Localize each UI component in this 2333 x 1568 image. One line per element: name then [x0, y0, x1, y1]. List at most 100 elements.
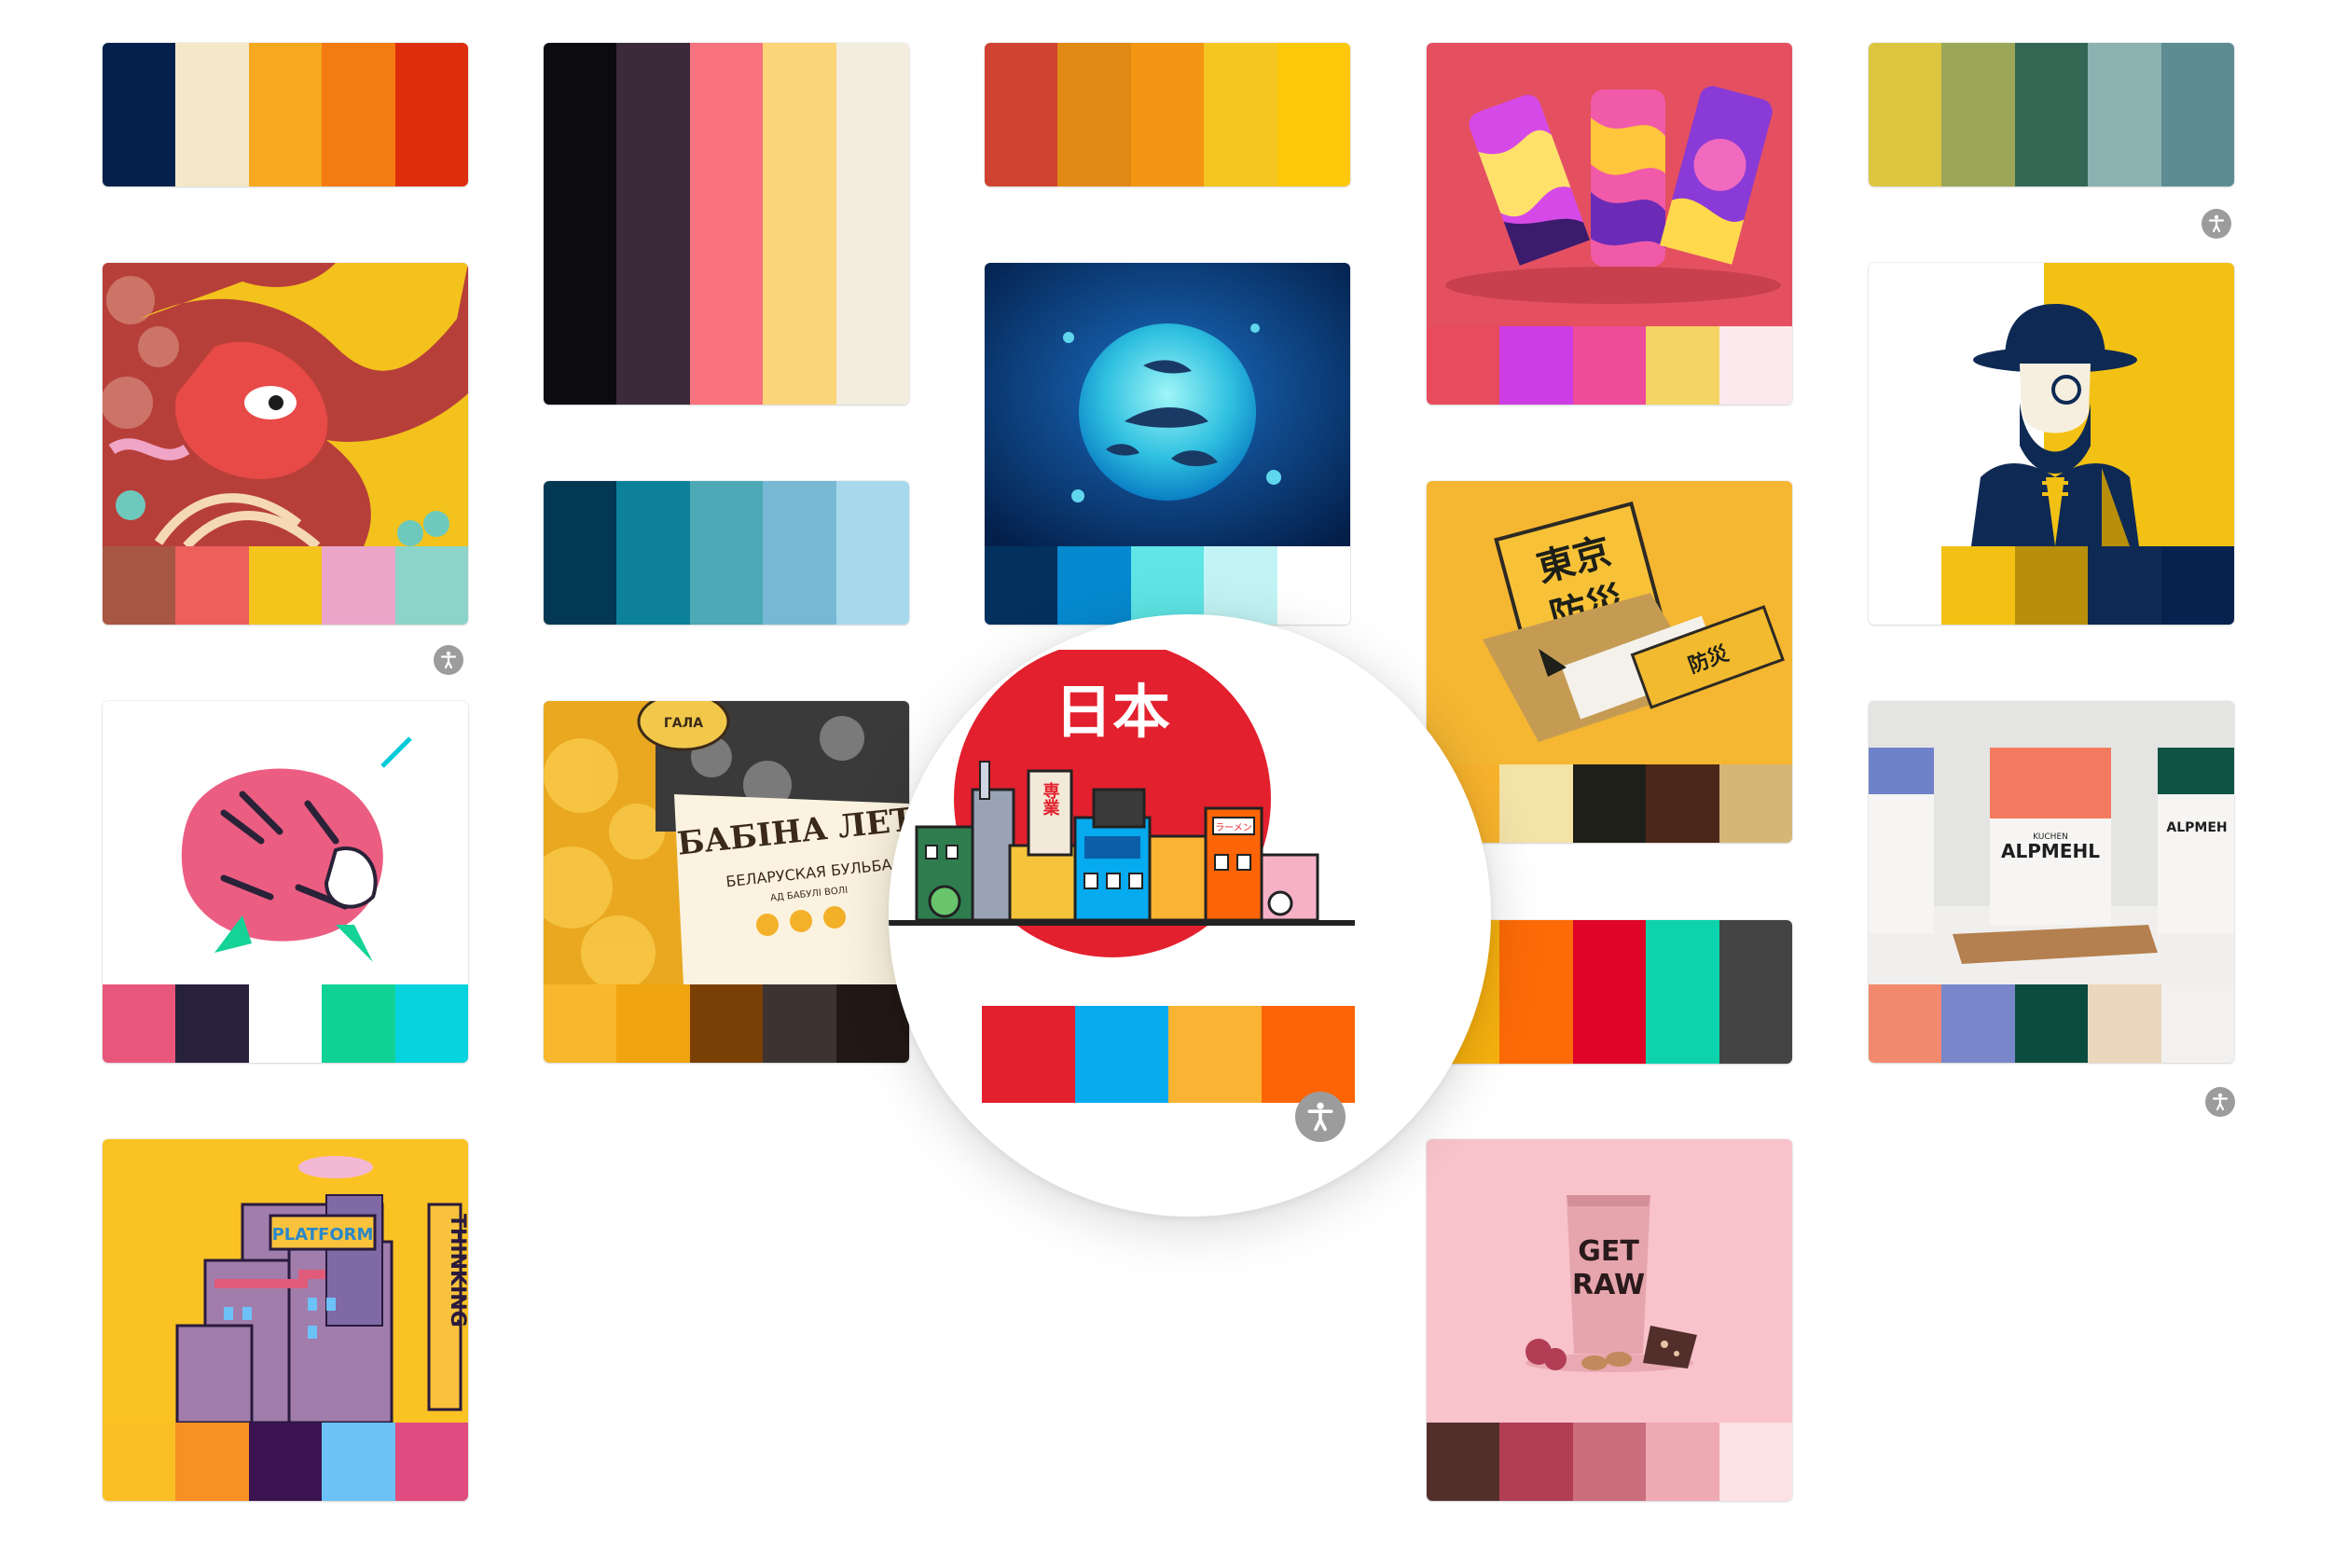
color-swatch[interactable]: [1941, 546, 2015, 625]
color-swatch[interactable]: [1719, 326, 1792, 405]
palette-card[interactable]: [985, 43, 1350, 186]
accessibility-icon[interactable]: [1295, 1092, 1346, 1142]
color-swatch[interactable]: [763, 984, 836, 1063]
color-swatch[interactable]: [175, 1423, 249, 1501]
color-swatch[interactable]: [1941, 984, 2015, 1063]
color-swatch[interactable]: [1277, 546, 1350, 625]
color-swatch[interactable]: [2014, 546, 2089, 625]
color-swatch[interactable]: [1719, 764, 1792, 843]
beer-cans-palette-card[interactable]: [1427, 43, 1792, 405]
color-swatch[interactable]: [2014, 43, 2089, 186]
color-swatch[interactable]: [1499, 326, 1573, 405]
color-swatch[interactable]: [1646, 764, 1719, 843]
color-swatch[interactable]: [394, 43, 468, 186]
color-swatch[interactable]: [1057, 43, 1131, 186]
color-swatch[interactable]: [1204, 546, 1277, 625]
color-swatch[interactable]: [616, 43, 690, 405]
color-swatch[interactable]: [1869, 43, 1942, 186]
color-swatch[interactable]: [1262, 1006, 1355, 1103]
color-swatch[interactable]: [322, 546, 395, 625]
color-swatch[interactable]: [1869, 546, 1942, 625]
palette-card[interactable]: [544, 481, 909, 625]
color-swatch[interactable]: [248, 984, 323, 1063]
color-swatch[interactable]: [2088, 546, 2161, 625]
color-swatch[interactable]: [1572, 920, 1647, 1064]
color-swatch[interactable]: [1499, 1423, 1573, 1501]
color-swatch[interactable]: [1427, 1423, 1500, 1501]
palette-card[interactable]: [544, 43, 909, 405]
get-raw-palette-card[interactable]: GET RAW: [1427, 1139, 1792, 1501]
color-swatch[interactable]: [835, 481, 909, 625]
color-swatch[interactable]: [982, 1006, 1075, 1103]
color-swatch[interactable]: [1427, 326, 1500, 405]
accessibility-icon[interactable]: [434, 645, 463, 675]
color-swatch[interactable]: [394, 984, 468, 1063]
color-swatch[interactable]: [1572, 764, 1647, 843]
color-swatch[interactable]: [394, 1423, 468, 1501]
bearded-man-palette-card[interactable]: [1869, 263, 2234, 625]
color-swatch[interactable]: [248, 546, 323, 625]
color-swatch[interactable]: [835, 43, 909, 405]
color-swatch[interactable]: [248, 43, 323, 186]
accessibility-icon[interactable]: [2205, 1087, 2235, 1117]
whale-shark-palette-card[interactable]: [985, 263, 1350, 625]
platform-thinking-palette-card[interactable]: PLATFORM THINKING: [103, 1139, 468, 1501]
color-swatch[interactable]: [2160, 546, 2234, 625]
potato-packaging-palette-card[interactable]: ГАЛА БАБІНА ЛЕТА БЕЛАРУСКАЯ БУЛЬБА АД БА…: [544, 701, 909, 1063]
color-swatch[interactable]: [175, 546, 249, 625]
color-swatch[interactable]: [616, 984, 690, 1063]
color-swatch[interactable]: [175, 43, 249, 186]
color-swatch[interactable]: [1719, 1423, 1792, 1501]
color-swatch[interactable]: [1646, 1423, 1719, 1501]
color-swatch[interactable]: [1572, 326, 1647, 405]
color-swatch[interactable]: [2088, 43, 2161, 186]
dragon-palette-card[interactable]: [103, 263, 468, 625]
accessibility-icon[interactable]: [2202, 209, 2231, 239]
color-swatch[interactable]: [103, 546, 176, 625]
color-swatch[interactable]: [322, 1423, 395, 1501]
color-swatch[interactable]: [985, 43, 1058, 186]
color-swatch[interactable]: [1646, 920, 1719, 1064]
color-swatch[interactable]: [889, 1006, 982, 1103]
color-swatch[interactable]: [394, 546, 468, 625]
tiger-palette-card[interactable]: [103, 701, 468, 1063]
color-swatch[interactable]: [322, 984, 395, 1063]
tokyo-bosai-palette-card[interactable]: 東京 防災 防災: [1427, 481, 1792, 843]
color-swatch[interactable]: [985, 546, 1058, 625]
color-swatch[interactable]: [1572, 1423, 1647, 1501]
color-swatch[interactable]: [1204, 43, 1277, 186]
color-swatch[interactable]: [544, 481, 617, 625]
color-swatch[interactable]: [175, 984, 249, 1063]
color-swatch[interactable]: [1719, 920, 1792, 1064]
color-swatch[interactable]: [1130, 546, 1205, 625]
color-swatch[interactable]: [248, 1423, 323, 1501]
color-swatch[interactable]: [1168, 1006, 1262, 1103]
zoomed-palette-card[interactable]: 日本 専業 ラーメン: [889, 650, 1355, 1103]
palette-card[interactable]: [103, 43, 468, 186]
color-swatch[interactable]: [1941, 43, 2015, 186]
color-swatch[interactable]: [616, 481, 690, 625]
color-swatch[interactable]: [544, 43, 617, 405]
color-swatch[interactable]: [103, 1423, 176, 1501]
flour-bags-palette-card[interactable]: ALPMEH KUCHEN ALPMEHL: [1869, 701, 2234, 1063]
color-swatch[interactable]: [763, 43, 836, 405]
color-swatch[interactable]: [689, 43, 764, 405]
palette-card[interactable]: [1869, 43, 2234, 186]
color-swatch[interactable]: [2160, 43, 2234, 186]
color-swatch[interactable]: [2160, 984, 2234, 1063]
color-swatch[interactable]: [1277, 43, 1350, 186]
color-swatch[interactable]: [1869, 984, 1942, 1063]
color-swatch[interactable]: [1499, 764, 1573, 843]
color-swatch[interactable]: [763, 481, 836, 625]
color-swatch[interactable]: [2014, 984, 2089, 1063]
color-swatch[interactable]: [2088, 984, 2161, 1063]
color-swatch[interactable]: [103, 43, 176, 186]
color-swatch[interactable]: [689, 481, 764, 625]
color-swatch[interactable]: [1646, 326, 1719, 405]
color-swatch[interactable]: [1130, 43, 1205, 186]
color-swatch[interactable]: [544, 984, 617, 1063]
color-swatch[interactable]: [1075, 1006, 1168, 1103]
color-swatch[interactable]: [689, 984, 764, 1063]
color-swatch[interactable]: [103, 984, 176, 1063]
color-swatch[interactable]: [1057, 546, 1131, 625]
